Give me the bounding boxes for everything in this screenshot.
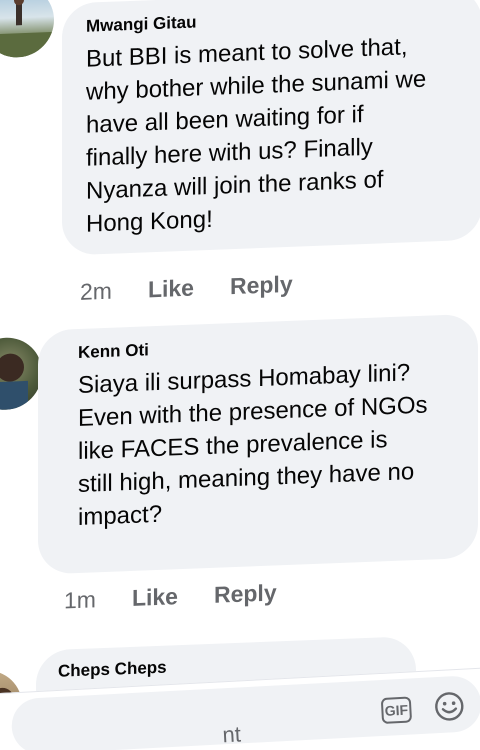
comment-bubble: Mwangi Gitau But BBI is meant to solve t… xyxy=(62,0,480,256)
comment-timestamp: 2m xyxy=(80,277,112,305)
smiley-icon[interactable] xyxy=(432,690,466,724)
composer-placeholder: nt xyxy=(221,721,242,748)
comment-text: Siaya ili surpass Homabay lini? Even wit… xyxy=(78,359,428,532)
like-button[interactable]: Like xyxy=(148,275,194,304)
avatar[interactable] xyxy=(0,336,42,412)
gif-icon[interactable]: GIF xyxy=(380,696,413,724)
avatar[interactable] xyxy=(0,0,54,59)
reply-button[interactable]: Reply xyxy=(214,579,277,608)
avatar-photo xyxy=(0,0,54,59)
comment-text: But BBI is meant to solve that, why both… xyxy=(86,33,427,238)
comment-actions: 2m Like Reply xyxy=(80,269,329,306)
avatar-photo xyxy=(0,353,28,411)
comments-screen: Mwangi Gitau But BBI is meant to solve t… xyxy=(0,0,480,750)
comment-thread: Mwangi Gitau But BBI is meant to solve t… xyxy=(0,0,480,750)
like-button[interactable]: Like xyxy=(132,583,178,612)
reply-button[interactable]: Reply xyxy=(230,271,293,300)
comment-timestamp: 1m xyxy=(64,586,96,614)
comment-bubble: Kenn Oti Siaya ili surpass Homabay lini?… xyxy=(38,313,478,575)
comment-actions: 1m Like Reply xyxy=(64,578,313,615)
